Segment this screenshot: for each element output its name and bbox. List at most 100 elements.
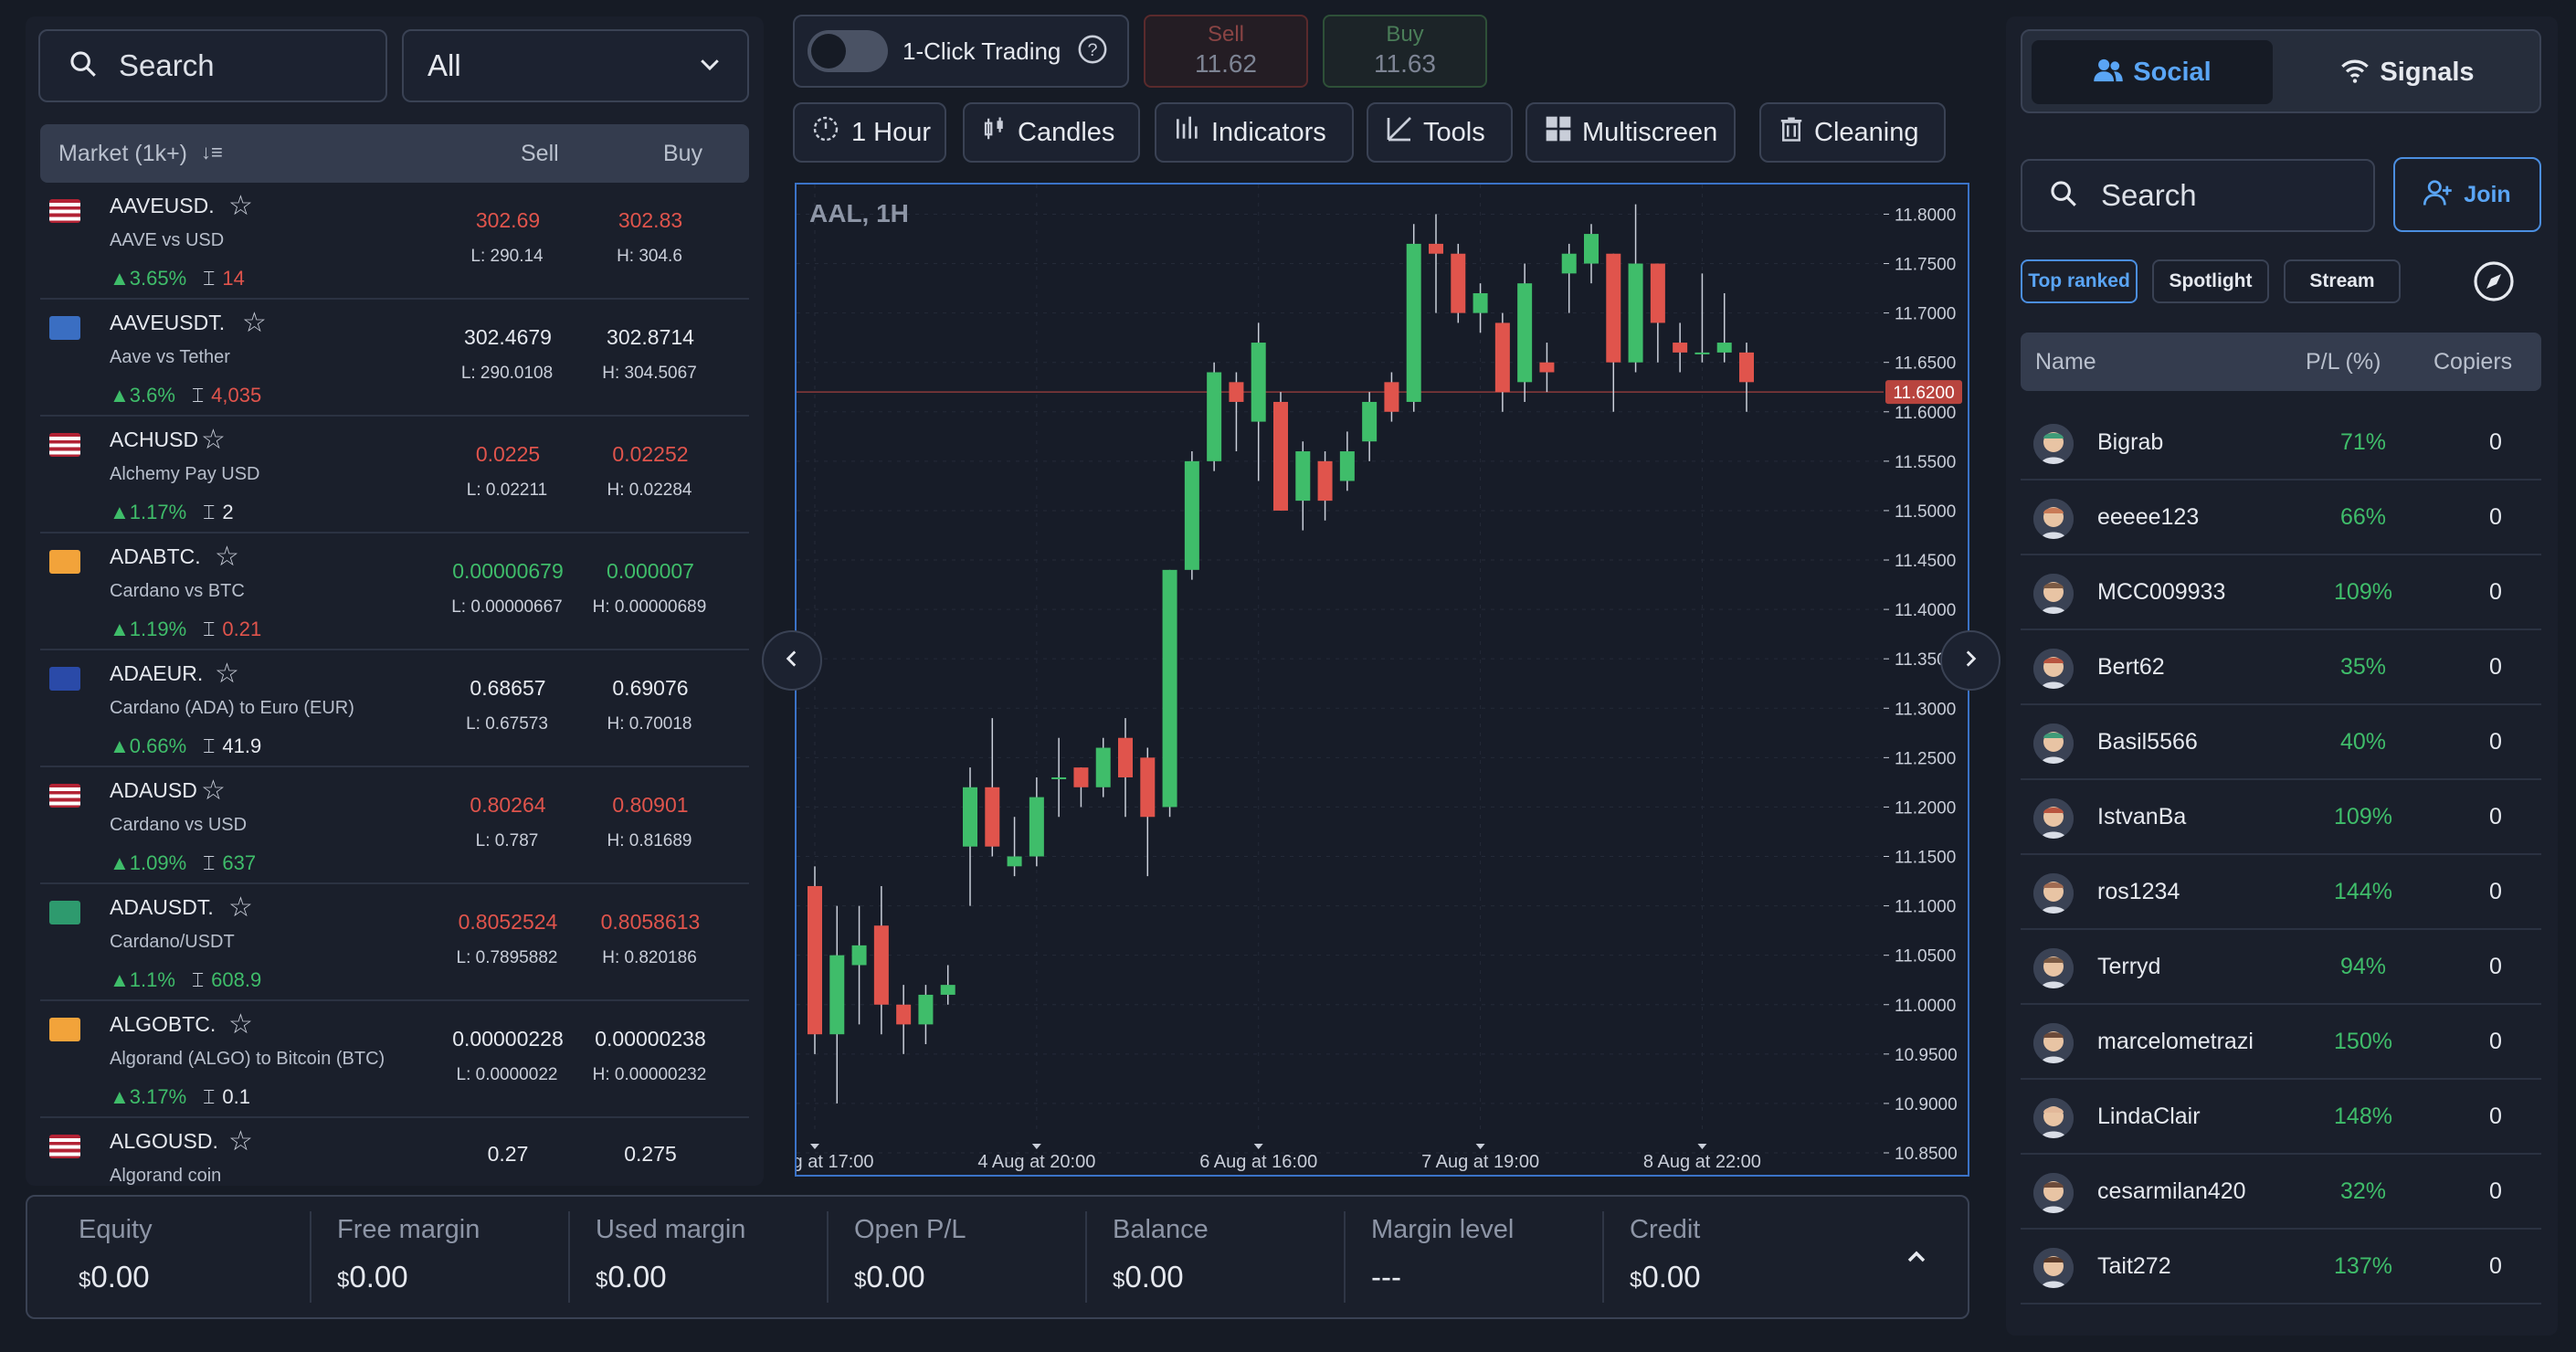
cleaning-button[interactable]: Cleaning [1759,102,1946,163]
buy-price[interactable]: 0.00000238 [577,1027,723,1051]
buy-price[interactable]: 0.275 [577,1142,723,1167]
sell-button[interactable]: Sell 11.62 [1144,15,1308,88]
sell-price[interactable]: 0.0225 [435,442,581,467]
star-icon[interactable]: ☆ [228,190,253,222]
avatar [2033,724,2074,764]
sell-price[interactable]: 0.00000228 [435,1027,581,1051]
stat-value: $0.00 [79,1260,153,1294]
sell-price[interactable]: 302.4679 [435,325,581,350]
trader-pl: 35% [2339,654,2387,680]
trader-row[interactable]: LindaClair 148% 0 [2021,1080,2541,1155]
chart-next-button[interactable] [1940,630,2001,691]
market-row[interactable]: ALGOUSD. ☆ Algorand coin 0.27 0.275 [40,1118,749,1199]
market-row[interactable]: ACHUSD ☆ Alchemy Pay USD ▲1.17% ⌶ 2 0.0225… [40,417,749,533]
trader-row[interactable]: MCC009933 109% 0 [2021,555,2541,630]
candles-button[interactable]: Candles [963,102,1140,163]
trader-row[interactable]: Bert62 35% 0 [2021,630,2541,705]
tab-social[interactable]: Social [2032,40,2273,104]
tab-signals-label: Signals [2380,57,2475,87]
stat-label: Free margin [337,1215,480,1244]
star-icon[interactable]: ☆ [215,658,239,690]
star-icon[interactable]: ☆ [228,1125,253,1157]
trader-row[interactable]: Bigrab 71% 0 [2021,406,2541,481]
filter-top-ranked[interactable]: Top ranked [2021,259,2138,303]
buy-price[interactable]: 0.02252 [577,442,723,467]
star-icon[interactable]: ☆ [228,892,253,924]
svg-text:?: ? [1088,40,1098,60]
trader-row[interactable]: IstvanBa 109% 0 [2021,780,2541,855]
trader-row[interactable]: Terryd 94% 0 [2021,930,2541,1005]
candle-body [1739,352,1754,383]
sell-price[interactable]: 302.69 [435,208,581,233]
market-row[interactable]: ADAUSDT. ☆ Cardano/USDT ▲1.1% ⌶ 608.9 0.80… [40,884,749,1001]
trader-row[interactable]: Tait272 137% 0 [2021,1230,2541,1304]
market-header-label[interactable]: Market (1k+) [58,141,187,167]
multiscreen-button[interactable]: Multiscreen [1526,102,1736,163]
sell-price[interactable]: 0.8052524 [435,910,581,935]
filter-spotlight[interactable]: Spotlight [2152,259,2269,303]
stat-used-margin: Used margin $0.00 [596,1215,745,1294]
avatar [2033,1023,2074,1063]
market-row[interactable]: AAVEUSDT. ☆ Aave vs Tether ▲3.6% ⌶ 4,035 3… [40,300,749,417]
candle-body [985,787,1000,847]
candle-body [1694,352,1710,354]
sort-icon[interactable]: ↓≡ [201,141,223,164]
volume-value: 608.9 [211,968,262,991]
candlestick-chart[interactable]: 11.850011.800011.750011.700011.650011.60… [797,185,1968,1175]
tab-signals[interactable]: Signals [2284,40,2530,104]
low-price: L: 290.14 [470,247,544,266]
chart-prev-button[interactable] [762,630,822,691]
star-icon[interactable]: ☆ [228,1009,253,1040]
market-row[interactable]: ADAUSD ☆ Cardano vs USD ▲1.09% ⌶ 637 0.802… [40,767,749,884]
asset-description: Alchemy Pay USD [110,464,260,484]
trader-row[interactable]: eeeee123 66% 0 [2021,481,2541,555]
grid-icon [1544,114,1573,151]
star-icon[interactable]: ☆ [201,424,226,456]
x-tick-label: 8 Aug at 22:00 [1643,1152,1761,1172]
timeframe-button[interactable]: 1 Hour [793,102,946,163]
asset-description: Aave vs Tether [110,347,230,367]
sell-price[interactable]: 0.68657 [435,676,581,701]
candle-body [1650,263,1665,323]
buy-price[interactable]: 0.80901 [577,793,723,818]
indicators-icon [1173,114,1202,151]
volume-value: 0.21 [222,618,262,640]
filter-stream[interactable]: Stream [2284,259,2401,303]
sell-price[interactable]: 0.00000679 [435,559,581,584]
trader-row[interactable]: Basil5566 40% 0 [2021,705,2541,780]
buy-price[interactable]: 0.69076 [577,676,723,701]
volume-value: 4,035 [211,384,262,407]
tools-button[interactable]: Tools [1367,102,1513,163]
asset-symbol: AAVEUSDT. [110,311,226,334]
help-icon[interactable]: ? [1077,34,1108,69]
star-icon[interactable]: ☆ [242,307,267,339]
one-click-trading[interactable]: 1-Click Trading ? [793,15,1129,88]
join-button[interactable]: Join [2393,157,2541,232]
market-row[interactable]: ADABTC. ☆ Cardano vs BTC ▲1.19% ⌶ 0.21 0.0… [40,533,749,650]
trader-row[interactable]: cesarmilan420 32% 0 [2021,1155,2541,1230]
compass-icon[interactable] [2472,259,2516,308]
market-filter-select[interactable]: All [402,29,749,102]
chevron-up-icon[interactable] [1902,1242,1931,1276]
one-click-label: 1-Click Trading [903,37,1061,65]
indicators-button[interactable]: Indicators [1155,102,1354,163]
buy-button[interactable]: Buy 11.63 [1323,15,1487,88]
candle-body [1494,322,1510,393]
one-click-toggle[interactable] [808,30,888,72]
buy-price[interactable]: 0.000007 [577,559,723,584]
market-row[interactable]: AAVEUSD. ☆ AAVE vs USD ▲3.65% ⌶ 14 302.69 … [40,183,749,300]
market-row[interactable]: ADAEUR. ☆ Cardano (ADA) to Euro (EUR) ▲0… [40,650,749,767]
market-search-input[interactable]: Search [38,29,387,102]
star-icon[interactable]: ☆ [215,541,239,573]
market-row[interactable]: ALGOBTC. ☆ Algorand (ALGO) to Bitcoin (B… [40,1001,749,1118]
buy-price[interactable]: 302.8714 [577,325,723,350]
star-icon[interactable]: ☆ [201,775,226,807]
chart-area[interactable]: 11.850011.800011.750011.700011.650011.60… [795,183,1969,1177]
buy-price[interactable]: 302.83 [577,208,723,233]
buy-price[interactable]: 0.8058613 [577,910,723,935]
trader-row[interactable]: ros1234 144% 0 [2021,855,2541,930]
social-search-input[interactable]: Search [2021,159,2375,232]
sell-price[interactable]: 0.27 [435,1142,581,1167]
sell-price[interactable]: 0.80264 [435,793,581,818]
trader-row[interactable]: marcelometrazi 150% 0 [2021,1005,2541,1080]
